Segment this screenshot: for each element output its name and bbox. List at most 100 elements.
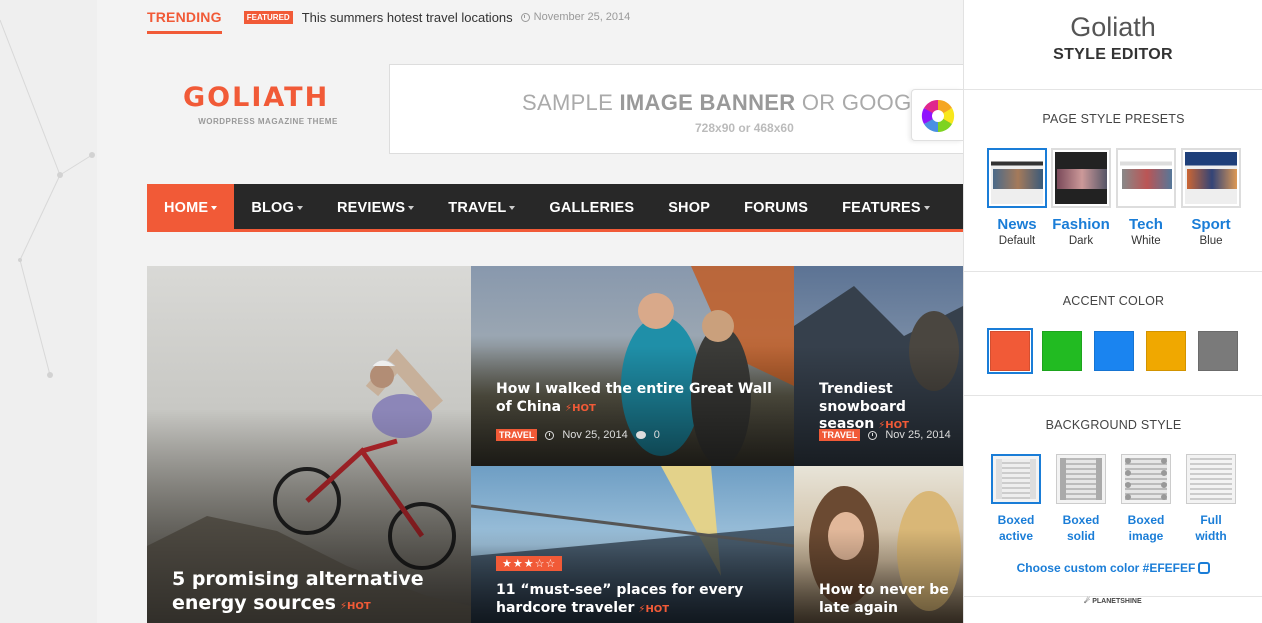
caret-down-icon bbox=[509, 206, 516, 210]
article-title[interactable]: How I walked the entire Great Wall of Ch… bbox=[496, 381, 776, 416]
nav-item-features[interactable]: FEATURES bbox=[825, 184, 947, 232]
nav-item-reviews[interactable]: REVIEWS bbox=[320, 184, 431, 232]
article-date: Nov 25, 2014 bbox=[562, 429, 628, 441]
bg-thumbnail bbox=[1121, 454, 1171, 504]
preset-thumbnail bbox=[1051, 148, 1111, 208]
preset-name: Sport bbox=[1191, 216, 1231, 233]
caret-down-icon bbox=[297, 206, 303, 210]
accent-swatch-green[interactable] bbox=[1042, 331, 1082, 371]
trending-date-text: November 25, 2014 bbox=[533, 11, 631, 23]
clock-icon bbox=[545, 430, 555, 440]
caret-down-icon bbox=[923, 206, 930, 210]
main-nav: HOME BLOG REVIEWS TRAVEL GALLERIES SHOP … bbox=[147, 184, 963, 232]
bg-option-full-width[interactable]: Full width bbox=[1185, 454, 1237, 544]
caret-down-icon bbox=[211, 206, 218, 210]
nav-item-forums[interactable]: FORUMS bbox=[727, 184, 825, 232]
custom-color-label: Choose custom color #EFEFEF bbox=[1016, 561, 1196, 575]
presets-heading: PAGE STYLE PRESETS bbox=[1042, 112, 1185, 126]
preset-name: Tech bbox=[1129, 216, 1163, 233]
banner-size-text: 728x90 or 468x60 bbox=[695, 121, 794, 135]
article-card[interactable]: Trendiest snowboard season ⚡HOT TRAVEL No… bbox=[794, 266, 963, 466]
preset-fashion[interactable]: Fashion Dark bbox=[1051, 148, 1111, 247]
logo-tagline: WORDPRESS MAGAZINE THEME bbox=[198, 117, 338, 126]
color-box-icon bbox=[1198, 562, 1211, 574]
ad-banner[interactable]: SAMPLE IMAGE BANNER OR GOOGLE 728x90 or … bbox=[389, 64, 963, 154]
clock-icon bbox=[520, 12, 530, 22]
bg-thumbnail bbox=[991, 454, 1041, 504]
bg-thumbnail bbox=[1056, 454, 1106, 504]
featured-badge: FEATURED bbox=[243, 10, 293, 24]
preset-name: Fashion bbox=[1052, 216, 1110, 233]
trending-date: November 25, 2014 bbox=[520, 11, 631, 23]
accent-swatch-yellow[interactable] bbox=[1146, 331, 1186, 371]
comment-icon bbox=[635, 431, 646, 439]
category-badge[interactable]: TRAVEL bbox=[496, 429, 538, 441]
preset-thumbnail bbox=[1181, 148, 1241, 208]
divider bbox=[964, 395, 1262, 396]
preset-tech[interactable]: Tech White bbox=[1116, 148, 1176, 247]
trending-headline-link[interactable]: This summers hotest travel locations bbox=[302, 10, 513, 25]
logo-wordmark: GOLIATH bbox=[183, 82, 330, 113]
bg-option-label: Boxed active bbox=[997, 513, 1035, 544]
article-date: Nov 25, 2014 bbox=[885, 429, 951, 441]
bg-option-label: Boxed solid bbox=[1062, 513, 1100, 544]
featured-articles-grid: 5 promising alternative energy sources ⚡H… bbox=[147, 266, 963, 623]
preset-thumbnail bbox=[1116, 148, 1176, 208]
trending-label: TRENDING bbox=[147, 1, 222, 34]
editor-title: Goliath bbox=[1070, 12, 1156, 42]
nav-item-galleries[interactable]: GALLERIES bbox=[532, 184, 651, 232]
article-meta: TRAVEL Nov 25, 2014 bbox=[819, 429, 951, 441]
article-card-featured[interactable]: 5 promising alternative energy sources ⚡H… bbox=[147, 266, 471, 623]
preset-style: Blue bbox=[1199, 235, 1223, 247]
bg-option-boxed-solid[interactable]: Boxed solid bbox=[1055, 454, 1107, 544]
article-card[interactable]: How I walked the entire Great Wall of Ch… bbox=[471, 266, 794, 466]
background-heading: BACKGROUND STYLE bbox=[1045, 418, 1182, 432]
rating-stars: ★★★☆☆ bbox=[496, 556, 563, 571]
accent-heading: ACCENT COLOR bbox=[1062, 294, 1165, 308]
boxed-page: TRENDING FEATURED This summers hotest tr… bbox=[97, 0, 963, 623]
bg-option-label: Boxed image bbox=[1127, 513, 1165, 544]
article-card[interactable]: How to never be late again bbox=[794, 466, 963, 623]
preset-news[interactable]: News Default bbox=[987, 148, 1047, 247]
preset-name: News bbox=[997, 216, 1037, 233]
style-editor-panel: Goliath STYLE EDITOR PAGE STYLE PRESETS … bbox=[963, 0, 1262, 623]
accent-swatch-orange[interactable] bbox=[987, 328, 1033, 374]
accent-swatch-gray[interactable] bbox=[1198, 331, 1238, 371]
divider bbox=[964, 271, 1262, 272]
caret-down-icon bbox=[408, 206, 415, 210]
article-title[interactable]: How to never be late again bbox=[819, 582, 963, 617]
nav-item-travel[interactable]: TRAVEL bbox=[431, 184, 532, 232]
trending-bar: TRENDING FEATURED This summers hotest tr… bbox=[147, 0, 963, 34]
bg-option-boxed-active[interactable]: Boxed active bbox=[990, 454, 1042, 544]
preset-sport[interactable]: Sport Blue bbox=[1181, 148, 1241, 247]
color-wheel-icon bbox=[921, 99, 955, 133]
category-badge[interactable]: TRAVEL bbox=[819, 429, 861, 441]
preset-style: Default bbox=[998, 235, 1036, 247]
background-pattern bbox=[0, 19, 95, 378]
comment-count[interactable]: 0 bbox=[654, 429, 660, 441]
custom-color-picker[interactable]: Choose custom color #EFEFEF bbox=[964, 561, 1262, 575]
preset-thumbnail bbox=[987, 148, 1047, 208]
article-title[interactable]: 11 “must-see” places for every hardcore … bbox=[496, 582, 756, 617]
clock-icon bbox=[868, 430, 878, 440]
hot-badge: ⚡HOT bbox=[638, 603, 670, 615]
nav-item-shop[interactable]: SHOP bbox=[651, 184, 727, 232]
nav-item-blog[interactable]: BLOG bbox=[234, 184, 320, 232]
bg-option-boxed-image[interactable]: Boxed image bbox=[1120, 454, 1172, 544]
style-editor-toggle[interactable] bbox=[911, 89, 963, 141]
divider bbox=[964, 89, 1262, 90]
accent-swatch-blue[interactable] bbox=[1094, 331, 1134, 371]
site-logo[interactable]: GOLIATH WORDPRESS MAGAZINE THEME bbox=[183, 82, 358, 126]
nav-item-home[interactable]: HOME bbox=[147, 184, 235, 232]
hot-badge: ⚡HOT bbox=[340, 600, 371, 612]
article-title[interactable]: Trendiest snowboard season ⚡HOT bbox=[819, 381, 963, 434]
banner-main-text: SAMPLE IMAGE BANNER OR GOOGLE bbox=[522, 90, 940, 115]
article-card[interactable]: ★★★☆☆ 11 “must-see” places for every har… bbox=[471, 466, 794, 623]
preset-style: White bbox=[1131, 235, 1161, 247]
editor-subtitle: STYLE EDITOR bbox=[1053, 46, 1173, 63]
planetshine-credit[interactable]: ☄ PLANETSHINE bbox=[1084, 597, 1142, 605]
preset-style: Dark bbox=[1068, 235, 1094, 247]
article-title[interactable]: 5 promising alternative energy sources ⚡H… bbox=[172, 568, 432, 616]
hot-badge: ⚡HOT bbox=[565, 402, 596, 414]
bg-option-label: Full width bbox=[1195, 513, 1227, 544]
